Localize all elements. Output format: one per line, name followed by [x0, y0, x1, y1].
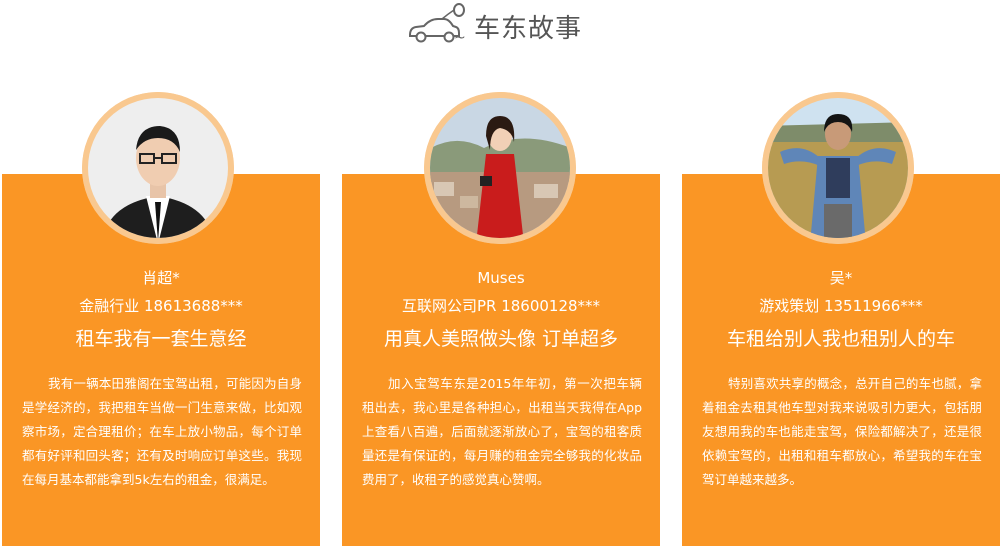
story-headline: 用真人美照做头像 订单超多 [383, 328, 619, 350]
section-header: ~ 车东故事 [0, 0, 1000, 60]
owner-avatar [424, 92, 576, 244]
owner-occupation: 互联网公司PR 18600128*** [401, 297, 601, 315]
car-balloon-icon: ~ [409, 3, 466, 46]
owner-occupation: 游戏策划 13511966*** [759, 297, 923, 315]
owner-name: Muses [477, 269, 525, 287]
owner-name: 吴* [829, 269, 853, 287]
story-headline: 车租给别人我也租别人的车 [726, 328, 955, 350]
story-text: 特别喜欢共享的概念，总开自己的车也腻，拿着租金去租其他车型对我来说吸引力更大，包… [702, 376, 982, 487]
story-text: 加入宝驾车东是2015年年初，第一次把车辆租出去，我心里是各种担心，出租当天我得… [362, 376, 642, 487]
section-title: 车东故事 [474, 14, 583, 44]
owner-name: 肖超* [142, 269, 180, 287]
tilde-glyph: ~ [454, 30, 466, 46]
owner-avatar [762, 92, 914, 244]
owner-occupation: 金融行业 18613688*** [79, 297, 243, 315]
story-headline: 租车我有一套生意经 [75, 328, 247, 350]
owner-avatar [82, 92, 234, 244]
story-text: 我有一辆本田雅阁在宝驾出租，可能因为自身是学经济的，我把租车当做一门生意来做，比… [22, 376, 302, 487]
